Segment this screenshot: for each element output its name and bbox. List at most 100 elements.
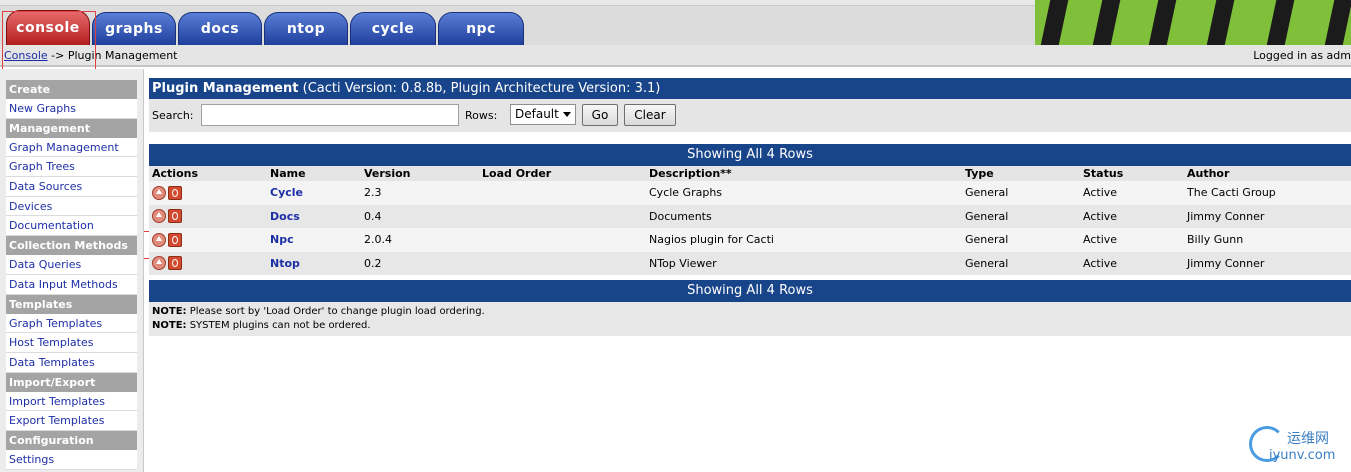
breadcrumb-bar: Console -> Plugin Management Logged in a… <box>0 45 1351 67</box>
uninstall-icon[interactable] <box>152 256 166 271</box>
cell-version: 2.3 <box>361 181 479 205</box>
cell-description: Nagios plugin for Cacti <box>646 228 962 252</box>
cell-description: Cycle Graphs <box>646 181 962 205</box>
sidebar-item-label: Data Sources <box>9 180 83 194</box>
column-header-type[interactable]: Type <box>962 166 1080 181</box>
tab-docs[interactable]: docs <box>178 12 262 45</box>
column-header-description[interactable]: Description** <box>646 166 962 181</box>
sidebar-item-label: Data Templates <box>9 355 95 369</box>
plugin-table: Actions Name Version Load Order Descript… <box>149 166 1351 275</box>
breadcrumb-current: Plugin Management <box>67 49 178 62</box>
watermark-en: iyunv.com <box>1269 448 1336 463</box>
uninstall-icon[interactable] <box>152 185 166 200</box>
disable-icon[interactable] <box>168 185 182 200</box>
cell-actions <box>149 228 267 252</box>
sidebar-item-data-queries[interactable]: Data Queries <box>6 255 137 275</box>
tab-ntop[interactable]: ntop <box>264 12 348 45</box>
column-header-status[interactable]: Status <box>1080 166 1184 181</box>
sidebar-item-devices[interactable]: Devices <box>6 196 137 217</box>
sidebar-item-label: Settings <box>9 452 55 466</box>
column-header-load-order[interactable]: Load Order <box>479 166 646 181</box>
table-row: Npc 2.0.4 Nagios plugin for Cacti General Ac… <box>149 228 1351 252</box>
sidebar-item-label: Graph Trees <box>9 160 75 174</box>
cell-description: Documents <box>646 204 962 228</box>
sidebar-item-label: Graph Management <box>9 140 119 154</box>
sidebar-item-label: Graph Templates <box>9 316 103 330</box>
watermark-cn: 运维网 <box>1287 431 1329 447</box>
sidebar-item-label: Import Templates <box>9 394 105 408</box>
breadcrumb: Console -> Plugin Management <box>4 49 178 62</box>
sidebar-item-graph-trees[interactable]: Graph Trees <box>6 157 137 178</box>
tab-cycle[interactable]: cycle <box>350 12 436 45</box>
search-label: Search: <box>152 109 194 122</box>
cacti-logo-graphic <box>1035 0 1351 45</box>
rows-summary-top: Showing All 4 Rows <box>149 144 1351 166</box>
cell-description: NTop Viewer <box>646 251 962 275</box>
column-header-version[interactable]: Version <box>361 166 479 181</box>
cell-load-order <box>479 228 646 252</box>
note-label: NOTE: <box>152 320 187 331</box>
cell-type: General <box>962 251 1080 275</box>
cell-status: Active <box>1080 228 1184 252</box>
sidebar-item-new-graphs[interactable]: New Graphs <box>6 99 137 119</box>
cell-version: 0.4 <box>361 204 479 228</box>
filter-bar: Search: Rows: Default Go Clear <box>149 99 1351 132</box>
plugin-rows: Cycle 2.3 Cycle Graphs General Active The Cac… <box>149 181 1351 275</box>
sidebar-item-graph-management[interactable]: Graph Management <box>6 137 137 158</box>
watermark-logo: 运维网 iyunv.com <box>1245 424 1351 472</box>
rows-select-value: Default <box>515 107 559 121</box>
cell-status: Active <box>1080 204 1184 228</box>
sidebar-item-data-templates[interactable]: Data Templates <box>6 352 137 373</box>
cell-name[interactable]: Docs <box>267 204 361 228</box>
tab-graphs[interactable]: graphs <box>92 12 176 45</box>
tab-npc[interactable]: npc <box>438 12 524 45</box>
menu-strip <box>0 0 1040 6</box>
sidebar-item-settings[interactable]: Settings <box>6 449 137 470</box>
disable-icon[interactable] <box>168 256 182 271</box>
cell-actions <box>149 251 267 275</box>
sidebar-item-label: Documentation <box>9 219 94 233</box>
tab-console[interactable]: console <box>6 10 90 45</box>
sidebar-item-data-input-methods[interactable]: Data Input Methods <box>6 274 137 295</box>
clear-button[interactable]: Clear <box>624 104 676 126</box>
uninstall-icon[interactable] <box>152 232 166 247</box>
sidebar-item-label: Data Input Methods <box>9 277 118 291</box>
login-status: Logged in as adm <box>1253 49 1351 62</box>
column-header-name[interactable]: Name <box>267 166 361 181</box>
cell-status: Active <box>1080 251 1184 275</box>
sidebar-item-data-sources[interactable]: Data Sources <box>6 177 137 197</box>
sidebar-item-host-templates[interactable]: Host Templates <box>6 333 137 353</box>
search-input[interactable] <box>201 104 459 126</box>
sidebar-section-header: Create <box>6 80 137 99</box>
rows-select[interactable]: Default <box>510 104 576 125</box>
page-title: Plugin Management <box>152 81 299 96</box>
cell-load-order <box>479 251 646 275</box>
sidebar-item-label: Host Templates <box>9 336 94 350</box>
cell-load-order <box>479 181 646 205</box>
breadcrumb-separator: -> <box>47 49 68 62</box>
cell-author: The Cacti Group <box>1184 181 1351 205</box>
cell-author: Jimmy Conner <box>1184 251 1351 275</box>
sidebar-item-graph-templates[interactable]: Graph Templates <box>6 313 137 334</box>
uninstall-icon[interactable] <box>152 209 166 224</box>
breadcrumb-console-link[interactable]: Console <box>4 49 48 62</box>
disable-icon[interactable] <box>168 232 182 247</box>
go-button[interactable]: Go <box>582 104 618 126</box>
sidebar-item-documentation[interactable]: Documentation <box>6 216 137 237</box>
cell-name[interactable]: Cycle <box>267 181 361 205</box>
cell-author: Jimmy Conner <box>1184 204 1351 228</box>
sidebar-item-export-templates[interactable]: Export Templates <box>6 411 137 431</box>
cell-name[interactable]: Ntop <box>267 251 361 275</box>
column-header-actions: Actions <box>149 166 267 181</box>
sidebar-item-import-templates[interactable]: Import Templates <box>6 391 137 412</box>
note-text: SYSTEM plugins can not be ordered. <box>186 320 371 331</box>
disable-icon[interactable] <box>168 209 182 224</box>
cell-name[interactable]: Npc <box>267 228 361 252</box>
notes: NOTE: Please sort by 'Load Order' to cha… <box>149 302 1351 336</box>
cell-author: Billy Gunn <box>1184 228 1351 252</box>
cell-type: General <box>962 204 1080 228</box>
table-row: Docs 0.4 Documents General Active Jimmy Conne… <box>149 204 1351 228</box>
column-header-author[interactable]: Author <box>1184 166 1351 181</box>
sidebar-item-label: Data Queries <box>9 258 82 272</box>
note-label: NOTE: <box>152 306 187 317</box>
